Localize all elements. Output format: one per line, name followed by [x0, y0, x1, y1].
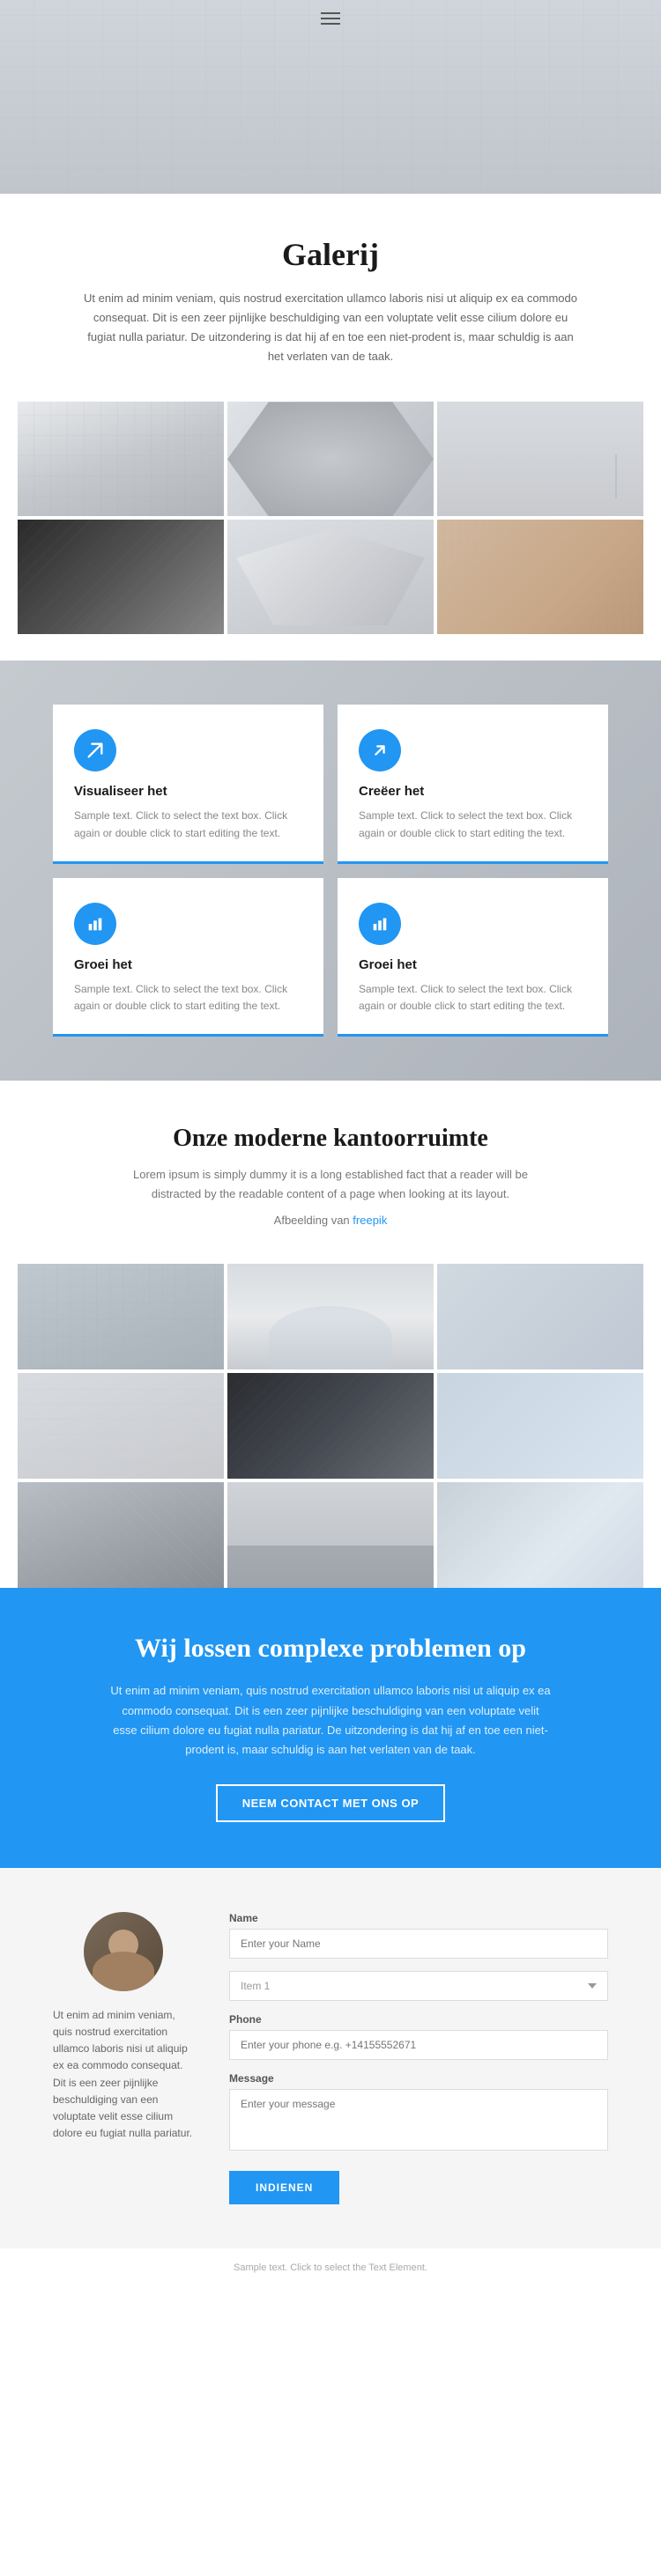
message-textarea[interactable]	[229, 2089, 608, 2151]
office-photo-2	[227, 1264, 434, 1369]
office-photo-5	[227, 1373, 434, 1479]
office-grid-row1	[0, 1264, 661, 1369]
freepik-link[interactable]: freepik	[353, 1214, 387, 1227]
contact-form: Name Item 1 Phone Message INDIENEN	[229, 1912, 608, 2204]
office-photo-1	[18, 1264, 224, 1369]
submit-button[interactable]: INDIENEN	[229, 2171, 339, 2204]
office-photo-3	[437, 1264, 643, 1369]
form-group-message: Message	[229, 2072, 608, 2155]
item-select[interactable]: Item 1	[229, 1971, 608, 2001]
feature-title-create: Creëer het	[359, 784, 587, 799]
photo-building-1	[18, 402, 224, 516]
photo-building-2	[227, 402, 434, 516]
photo-cell-6	[437, 520, 643, 634]
contact-section: Ut enim ad minim veniam, quis nostrud ex…	[0, 1868, 661, 2248]
features-grid: Visualiseer het Sample text. Click to se…	[53, 705, 608, 1037]
feature-icon-create	[359, 729, 401, 771]
photo-cell-1	[18, 402, 224, 516]
feature-desc-grow2: Sample text. Click to select the text bo…	[359, 981, 587, 1015]
footer-note: Sample text. Click to select the Text El…	[0, 2248, 661, 2287]
photo-cell-3	[437, 402, 643, 516]
feature-icon-visualize	[74, 729, 116, 771]
photo-cell-4	[18, 520, 224, 634]
cta-title: Wij lossen complexe problemen op	[53, 1634, 608, 1664]
cta-description: Ut enim ad minim veniam, quis nostrud ex…	[110, 1681, 551, 1759]
form-group-select: Item 1	[229, 1971, 608, 2001]
office-grid-row2	[0, 1373, 661, 1479]
office-grid-row3	[0, 1482, 661, 1588]
cta-button[interactable]: NEEM CONTACT MET ONS OP	[216, 1784, 445, 1822]
phone-label: Phone	[229, 2013, 608, 2026]
contact-bio: Ut enim ad minim veniam, quis nostrud ex…	[53, 2007, 194, 2143]
avatar	[84, 1912, 163, 1991]
gallery-description: Ut enim ad minim veniam, quis nostrud ex…	[84, 289, 577, 366]
photo-cell-2	[227, 402, 434, 516]
office-description: Lorem ipsum is simply dummy it is a long…	[110, 1165, 551, 1204]
photo-grid-row1	[0, 402, 661, 516]
office-photo-4	[18, 1373, 224, 1479]
name-input[interactable]	[229, 1929, 608, 1959]
feature-desc-create: Sample text. Click to select the text bo…	[359, 808, 587, 841]
hero-background	[0, 0, 661, 194]
feature-card-grow2: Groei het Sample text. Click to select t…	[338, 878, 608, 1037]
feature-title-visualize: Visualiseer het	[74, 784, 302, 799]
feature-card-grow1: Groei het Sample text. Click to select t…	[53, 878, 323, 1037]
office-photo-9	[437, 1482, 643, 1588]
feature-title-grow2: Groei het	[359, 957, 587, 972]
photo-cell-5	[227, 520, 434, 634]
name-label: Name	[229, 1912, 608, 1924]
office-title: Onze moderne kantoorruimte	[53, 1125, 608, 1153]
bar-chart-icon-2	[370, 914, 390, 934]
photo-grid-row2	[0, 520, 661, 634]
gallery-title: Galerij	[53, 236, 608, 273]
bar-chart-icon-1	[85, 914, 105, 934]
gallery-section: Galerij Ut enim ad minim veniam, quis no…	[0, 194, 661, 402]
phone-input[interactable]	[229, 2030, 608, 2060]
contact-left: Ut enim ad minim veniam, quis nostrud ex…	[53, 1912, 194, 2204]
footer-text: Sample text. Click to select the Text El…	[234, 2262, 427, 2273]
hamburger-menu[interactable]	[321, 12, 340, 25]
feature-card-create: Creëer het Sample text. Click to select …	[338, 705, 608, 863]
photo-building-5	[227, 520, 434, 634]
office-photo-6	[437, 1373, 643, 1479]
photo-building-6	[437, 520, 643, 634]
photo-building-4	[18, 520, 224, 634]
arrow-diagonal-icon	[370, 741, 390, 760]
freepik-credit: Afbeelding van freepik	[110, 1211, 551, 1230]
office-photo-8	[227, 1482, 434, 1588]
photo-building-3	[437, 402, 643, 516]
form-group-name: Name	[229, 1912, 608, 1959]
office-photo-7	[18, 1482, 224, 1588]
feature-desc-grow1: Sample text. Click to select the text bo…	[74, 981, 302, 1015]
feature-icon-grow2	[359, 903, 401, 945]
features-section: Visualiseer het Sample text. Click to se…	[0, 661, 661, 1081]
cta-section: Wij lossen complexe problemen op Ut enim…	[0, 1588, 661, 1867]
office-section: Onze moderne kantoorruimte Lorem ipsum i…	[0, 1081, 661, 1264]
feature-desc-visualize: Sample text. Click to select the text bo…	[74, 808, 302, 841]
feature-title-grow1: Groei het	[74, 957, 302, 972]
feature-icon-grow1	[74, 903, 116, 945]
message-label: Message	[229, 2072, 608, 2085]
arrow-up-right-icon	[85, 741, 105, 760]
hero-section	[0, 0, 661, 194]
feature-card-visualize: Visualiseer het Sample text. Click to se…	[53, 705, 323, 863]
form-group-phone: Phone	[229, 2013, 608, 2060]
